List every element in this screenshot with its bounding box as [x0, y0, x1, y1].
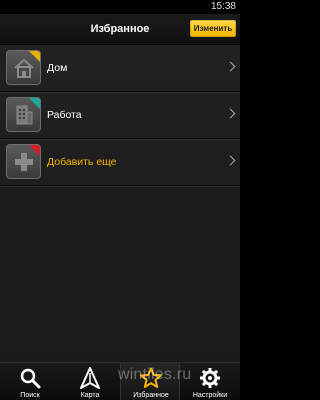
search-icon: [20, 368, 41, 389]
list-item-home[interactable]: Дом: [0, 45, 240, 92]
tab-favorites[interactable]: Избранное: [120, 363, 180, 400]
tab-label: Избранное: [133, 392, 169, 399]
star-icon: [140, 367, 162, 388]
edit-button[interactable]: Изменить: [190, 20, 236, 37]
home-icon: [6, 50, 41, 85]
tab-map[interactable]: Карта: [60, 363, 120, 400]
list-item-add-more[interactable]: Добавить еще: [0, 139, 240, 186]
tab-bar: Поиск Карта Избранное Настройки: [0, 362, 240, 400]
tab-search[interactable]: Поиск: [0, 363, 60, 400]
tab-settings[interactable]: Настройки: [180, 363, 240, 400]
header: Избранное Изменить: [0, 14, 240, 45]
chevron-right-icon: [225, 155, 236, 166]
list-item-work[interactable]: Работа: [0, 92, 240, 139]
status-time: 15:38: [210, 1, 236, 12]
chevron-right-icon: [225, 108, 236, 119]
list-item-label: Дом: [47, 62, 68, 74]
tab-label: Поиск: [20, 392, 40, 399]
list-item-label: Добавить еще: [47, 156, 117, 168]
status-bar: 15:38: [0, 0, 240, 14]
plus-icon: [6, 144, 41, 179]
chevron-right-icon: [225, 61, 236, 72]
gear-icon: [200, 368, 220, 388]
list-item-label: Работа: [47, 109, 82, 121]
screen: 15:38 Избранное Изменить Дом Работа Доба…: [0, 0, 240, 400]
tab-label: Настройки: [192, 392, 228, 399]
building-icon: [6, 97, 41, 132]
tab-label: Карта: [80, 392, 100, 399]
navigation-arrow-icon: [80, 367, 100, 389]
